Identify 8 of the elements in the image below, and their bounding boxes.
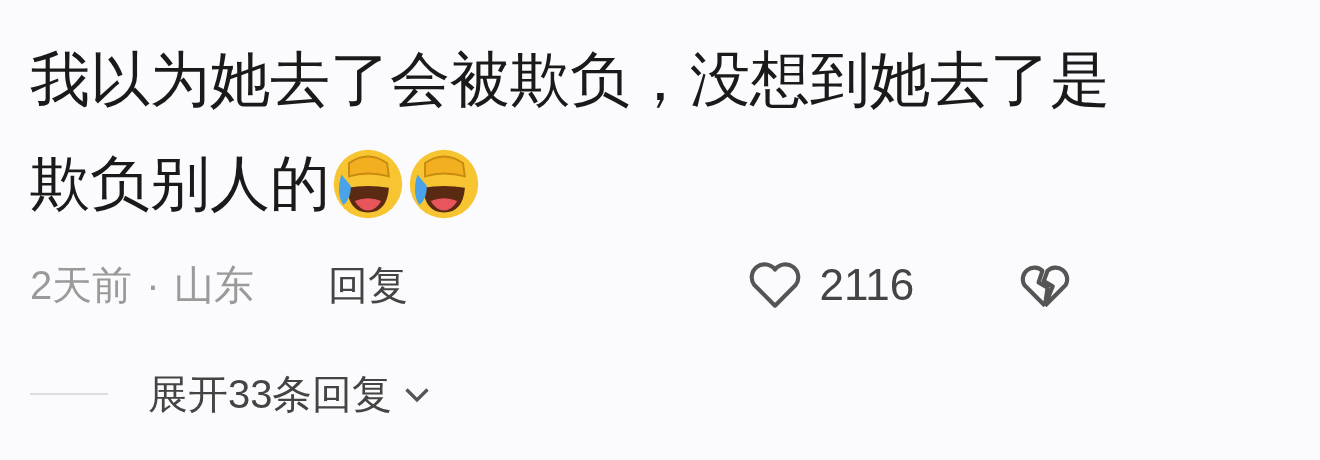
- reply-button[interactable]: 回复: [327, 255, 408, 315]
- comment-time: 2天前: [30, 262, 133, 309]
- comment-text-line: 欺负别人的: [30, 149, 330, 219]
- comment-location: 山东: [173, 262, 254, 309]
- comment-text-line: 我以为她去了会被欺负，没想到她去了是: [30, 45, 1110, 115]
- separator-dot: ·: [146, 262, 160, 309]
- expand-replies-button[interactable]: 展开33条回复: [148, 364, 435, 424]
- like-count: 2116: [819, 259, 915, 311]
